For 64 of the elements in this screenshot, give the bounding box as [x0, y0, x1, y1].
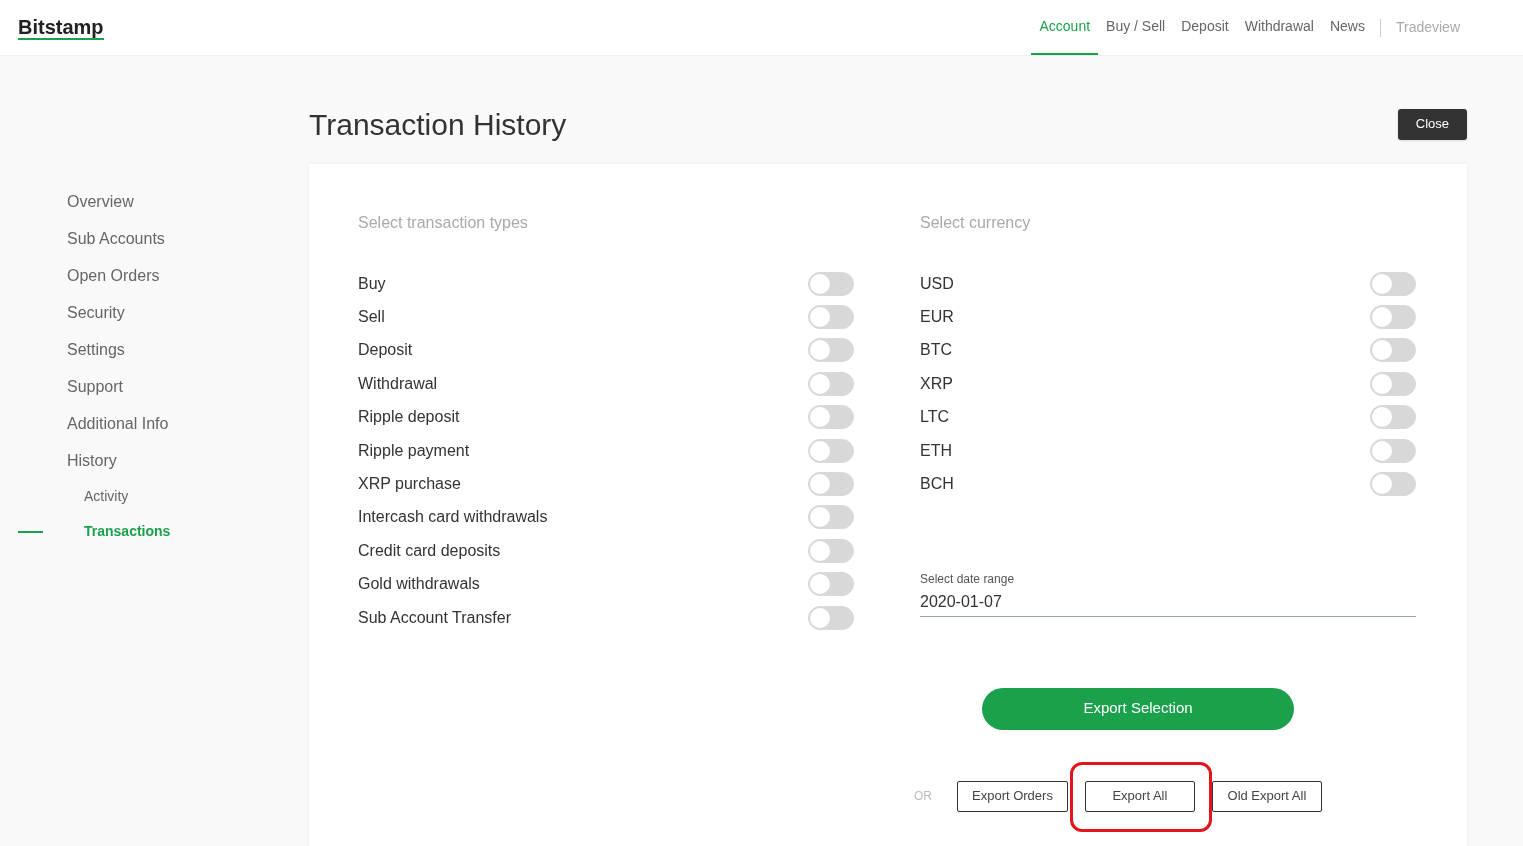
or-label: OR	[914, 788, 932, 806]
nav-tab[interactable]: News	[1321, 0, 1373, 55]
section-heading: Select currency	[920, 213, 1031, 233]
sidebar-item[interactable]: Activity	[84, 479, 129, 514]
toggle-switch[interactable]	[1370, 405, 1416, 430]
toggle-switch[interactable]	[808, 338, 854, 363]
toggle-switch[interactable]	[808, 305, 854, 330]
sidebar-item[interactable]: Sub Accounts	[67, 220, 165, 257]
toggle-switch[interactable]	[1370, 338, 1416, 363]
sidebar-item[interactable]: Open Orders	[67, 257, 160, 294]
toggle-switch[interactable]	[1370, 371, 1416, 396]
option-label: ETH	[920, 440, 952, 461]
option-label: BCH	[920, 474, 954, 495]
option-label: Buy	[358, 273, 386, 294]
toggle-switch[interactable]	[808, 538, 854, 563]
toggle-switch[interactable]	[808, 572, 854, 597]
section-heading: Select transaction types	[358, 213, 528, 233]
toggle-switch[interactable]	[808, 472, 854, 497]
option-label: LTC	[920, 407, 950, 428]
logo[interactable]: Bitstamp	[18, 15, 104, 40]
sidebar-item[interactable]: Overview	[67, 183, 134, 220]
option-label: Withdrawal	[358, 373, 438, 394]
toggle-switch[interactable]	[808, 271, 854, 296]
option-label: EUR	[920, 307, 954, 328]
option-label: Ripple payment	[358, 440, 470, 461]
option-label: Sell	[358, 307, 385, 328]
option-label: Intercash card withdrawals	[358, 507, 548, 528]
export-button[interactable]: Export All	[1084, 780, 1195, 812]
option-label: USD	[920, 273, 954, 294]
close-button[interactable]: Close	[1397, 108, 1467, 140]
sidebar-item[interactable]: History	[67, 442, 117, 479]
field-label: Select date range	[920, 570, 1015, 588]
option-label: Sub Account Transfer	[358, 607, 511, 628]
option-label: BTC	[920, 340, 952, 361]
date-field[interactable]: 2020-01-07	[920, 587, 1416, 616]
toggle-switch[interactable]	[1370, 438, 1416, 463]
nav-tab[interactable]: Withdrawal	[1236, 0, 1322, 55]
export-button[interactable]: Old Export All	[1211, 780, 1322, 812]
sidebar-item[interactable]: Support	[67, 368, 124, 405]
nav-tab[interactable]: Buy / Sell	[1098, 0, 1174, 55]
option-label: XRP	[920, 373, 953, 394]
export-selection-button[interactable]: Export Selection	[982, 687, 1294, 730]
nav-tab[interactable]: Account	[1031, 0, 1099, 55]
option-label: Credit card deposits	[358, 540, 501, 561]
toggle-switch[interactable]	[808, 605, 854, 630]
nav-tab[interactable]: Deposit	[1173, 0, 1237, 55]
page-title: Transaction History	[309, 106, 567, 143]
toggle-switch[interactable]	[1370, 472, 1416, 497]
toggle-switch[interactable]	[1370, 271, 1416, 296]
sidebar-item[interactable]: Settings	[67, 331, 125, 368]
sidebar-item[interactable]: Transactions	[84, 514, 171, 549]
option-label: Gold withdrawals	[358, 574, 480, 595]
toggle-switch[interactable]	[808, 405, 854, 430]
sidebar-item[interactable]: Additional Info	[67, 405, 169, 442]
toggle-switch[interactable]	[808, 438, 854, 463]
toggle-switch[interactable]	[808, 371, 854, 396]
toggle-switch[interactable]	[1370, 305, 1416, 330]
toggle-switch[interactable]	[808, 505, 854, 530]
export-button[interactable]: Export Orders	[957, 780, 1068, 812]
selection-marker	[18, 530, 43, 533]
option-label: Ripple deposit	[358, 407, 460, 428]
sidebar-item[interactable]: Security	[67, 294, 125, 331]
option-label: XRP purchase	[358, 474, 461, 495]
option-label: Deposit	[358, 340, 413, 361]
